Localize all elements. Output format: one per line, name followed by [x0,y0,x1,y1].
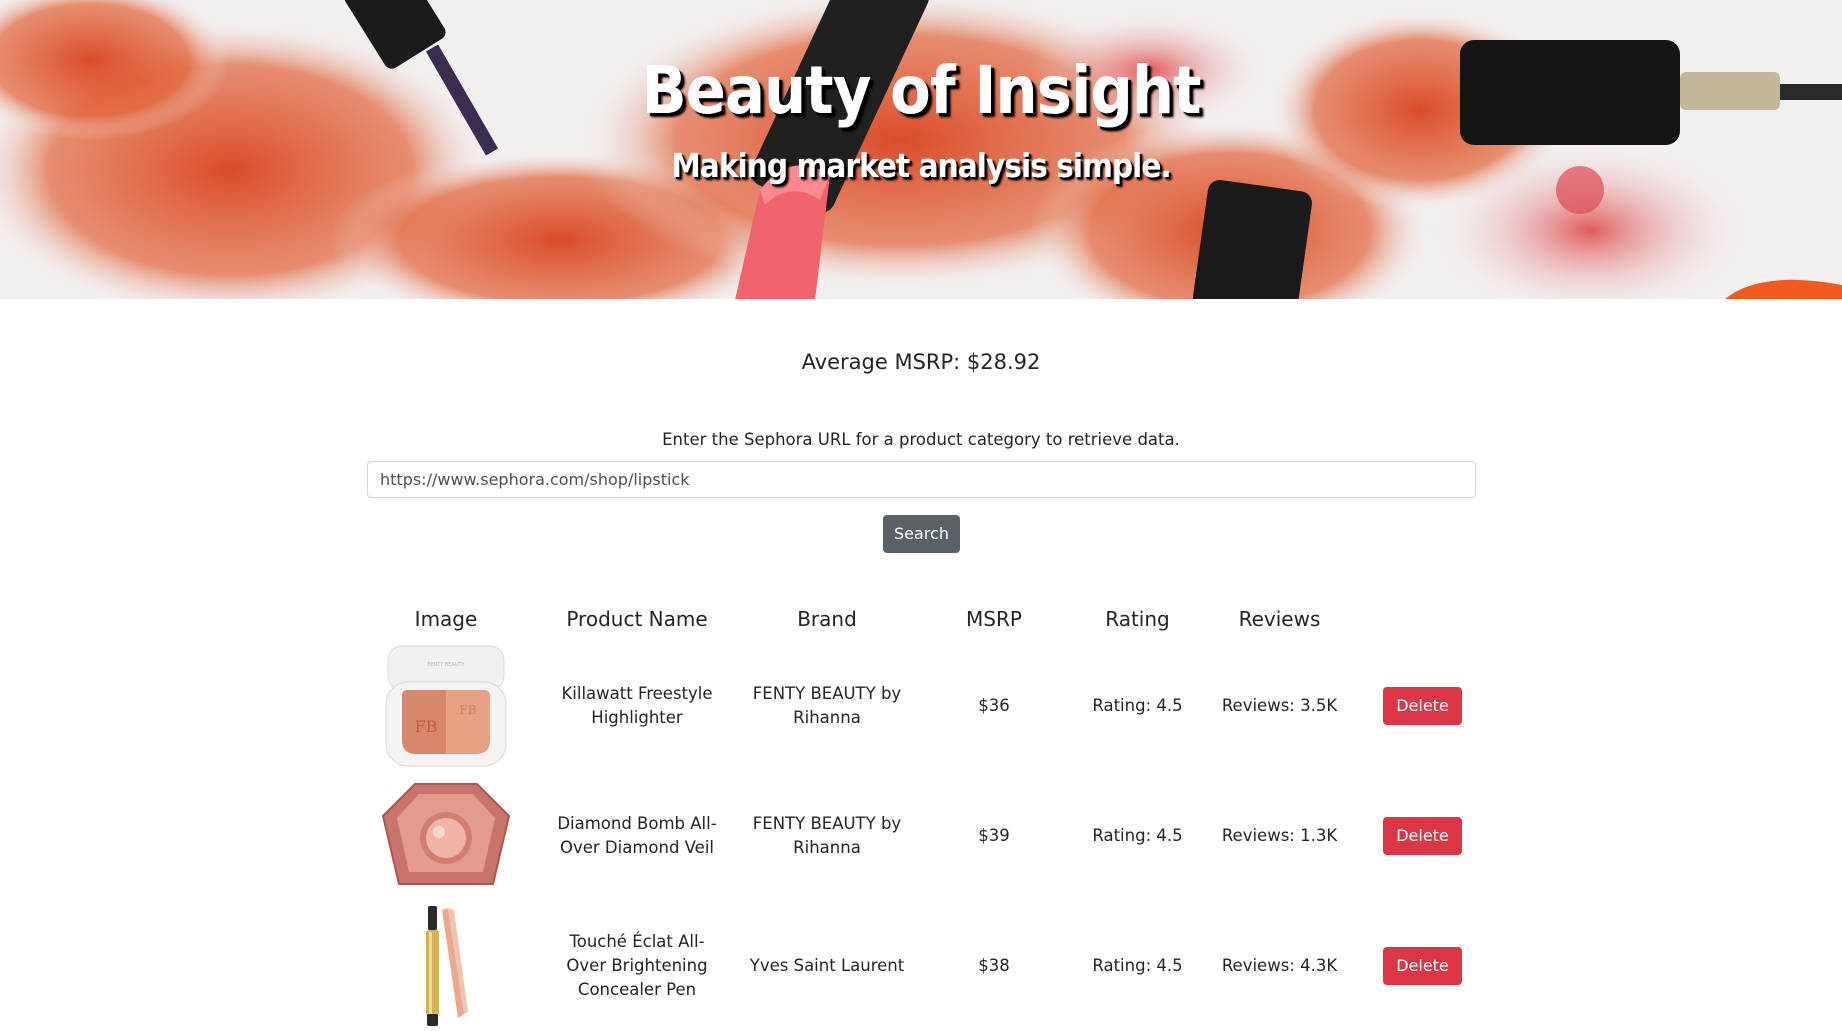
concealer-pen-image [426,906,468,1026]
rating-cell: Rating: 4.5 [1092,956,1183,975]
brand-line: Rihanna [793,708,861,727]
site-tagline: Making market analysis simple. [671,146,1172,185]
msrp-cell: $38 [978,956,1010,975]
brand-cell: Yves Saint Laurent [749,901,905,1031]
product-name-line: Diamond Bomb All- [557,814,717,833]
product-image-cell [367,771,525,901]
delete-button[interactable]: Delete [1383,947,1462,985]
sephora-url-input[interactable] [367,461,1476,498]
svg-text:FB: FB [415,717,438,736]
action-cell: Delete [1367,771,1478,901]
product-name-line: Concealer Pen [577,980,697,999]
products-table: Image Product Name Brand MSRP Rating Rev… [367,596,1478,1031]
product-name-line: Over Diamond Veil [559,838,714,857]
product-image-cell [367,901,525,1031]
header-image: Image [414,606,478,631]
table-row: FENTY BEAUTY FB FB Killawatt Freestyle H… [367,641,1478,771]
delete-button[interactable]: Delete [1383,817,1462,855]
average-msrp: Average MSRP: $28.92 [801,350,1041,374]
highlighter-compact-image: FENTY BEAUTY FB FB [385,645,507,767]
msrp-cell: $39 [978,826,1010,845]
search-button[interactable]: Search [883,515,960,553]
product-name-line: Touché Éclat All- [569,932,705,951]
table-row: Diamond Bomb All- Over Diamond Veil FENT… [367,771,1478,901]
reviews-cell: Reviews: 4.3K [1221,956,1338,975]
header-product-name: Product Name [566,606,708,631]
diamond-compact-image [381,783,511,885]
product-name-cell: Killawatt Freestyle Highlighter [525,641,749,771]
delete-button[interactable]: Delete [1383,687,1462,725]
svg-text:FB: FB [459,703,476,717]
action-cell: Delete [1367,901,1478,1031]
header-actions [1367,596,1478,641]
product-name-cell: Touché Éclat All- Over Brightening Conce… [525,901,749,1031]
rating-cell: Rating: 4.5 [1092,826,1183,845]
brand-line: FENTY BEAUTY by [752,684,902,703]
table-row: Touché Éclat All- Over Brightening Conce… [367,901,1478,1031]
brand-cell: FENTY BEAUTY by Rihanna [749,771,905,901]
brand-cell: FENTY BEAUTY by Rihanna [749,641,905,771]
table-header-row: Image Product Name Brand MSRP Rating Rev… [367,596,1478,641]
product-name-line: Over Brightening [566,956,708,975]
product-image-cell: FENTY BEAUTY FB FB [367,641,525,771]
product-name-cell: Diamond Bomb All- Over Diamond Veil [525,771,749,901]
header-reviews: Reviews [1238,606,1321,631]
search-instructions: Enter the Sephora URL for a product cate… [662,430,1180,449]
reviews-cell: Reviews: 1.3K [1221,826,1338,845]
hero-banner: Beauty of Insight Making market analysis… [0,0,1842,299]
site-title: Beauty of Insight [641,52,1201,129]
header-rating: Rating [1105,606,1170,631]
product-name-line: Highlighter [591,708,683,727]
action-cell: Delete [1367,641,1478,771]
reviews-cell: Reviews: 3.5K [1221,696,1338,715]
product-name-line: Killawatt Freestyle [561,684,713,703]
brand-line: Rihanna [793,838,861,857]
header-msrp: MSRP [966,606,1022,631]
header-brand: Brand [797,606,857,631]
brand-line: Yves Saint Laurent [749,956,905,975]
brand-line: FENTY BEAUTY by [752,814,902,833]
rating-cell: Rating: 4.5 [1092,696,1183,715]
svg-text:FENTY BEAUTY: FENTY BEAUTY [427,662,465,668]
msrp-cell: $36 [978,696,1010,715]
